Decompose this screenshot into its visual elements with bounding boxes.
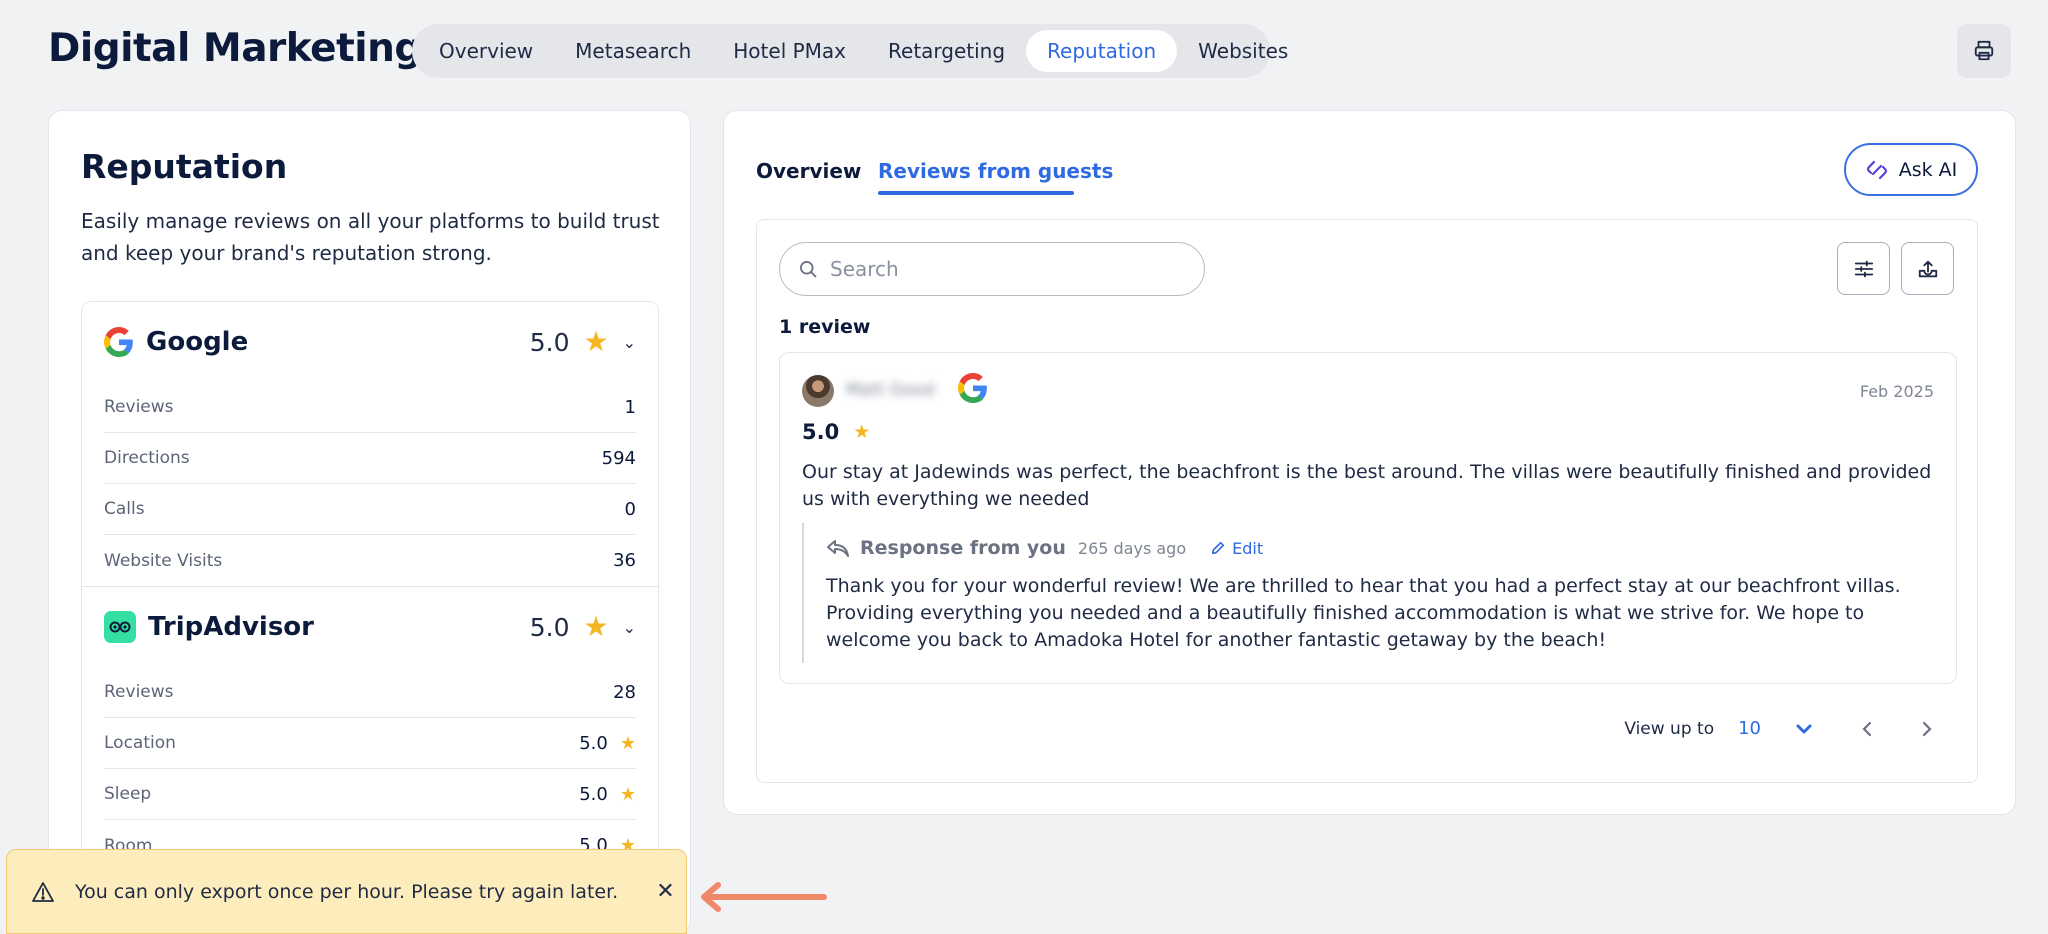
filter-button[interactable]: [1837, 242, 1890, 295]
tripadvisor-name: TripAdvisor: [148, 612, 314, 642]
tripadvisor-header[interactable]: TripAdvisor 5.0 ★ ⌄: [82, 587, 658, 667]
sliders-icon: [1854, 260, 1873, 277]
metric-row: Reviews 1: [104, 382, 636, 433]
reviewer-name: Matt Good: [846, 380, 935, 400]
google-header[interactable]: Google 5.0 ★ ⌄: [82, 302, 658, 382]
google-logo-icon: [958, 373, 987, 403]
platform-list: Google 5.0 ★ ⌄ Reviews 1 Directions 594 Ca…: [81, 301, 659, 933]
section-nav: Overview Metasearch Hotel PMax Retargeti…: [412, 24, 1288, 78]
page-title: Digital Marketing: [48, 26, 422, 71]
review-card: Matt Good Feb 2025 5.0 ★ Our stay at Jad…: [779, 352, 1957, 684]
close-icon[interactable]: ✕: [656, 879, 674, 904]
chevron-down-icon[interactable]: ⌄: [623, 333, 636, 352]
review-text: Our stay at Jadewinds was perfect, the b…: [802, 461, 1932, 510]
owner-response: Response from you 265 days ago Edit Than…: [802, 523, 1942, 663]
chevron-down-icon[interactable]: [1795, 723, 1813, 735]
response-header: Response from you 265 days ago Edit: [826, 537, 1263, 559]
reply-icon: [827, 540, 849, 557]
page-size-value[interactable]: 10: [1738, 718, 1761, 739]
metric-value: 5.0 ★: [579, 783, 636, 805]
search-icon: [800, 261, 817, 278]
avatar: [802, 375, 834, 407]
metric-value: 0: [624, 498, 636, 520]
star-icon: ★: [619, 732, 636, 754]
metric-label: Directions: [104, 448, 190, 468]
export-limit-toast: You can only export once per hour. Pleas…: [6, 849, 687, 934]
reviews-card: Overview Reviews from guests Ask AI 1 re…: [723, 110, 2016, 815]
edit-response-button[interactable]: Edit: [1210, 539, 1263, 558]
star-icon: ★: [583, 325, 609, 358]
tab-overview[interactable]: Overview: [756, 159, 861, 183]
upload-tray-icon: [1918, 260, 1937, 277]
ask-ai-label: Ask AI: [1898, 158, 1958, 181]
section-title: Reputation: [81, 147, 288, 186]
chevron-left-icon[interactable]: [1861, 720, 1873, 738]
chevron-down-icon[interactable]: ⌄: [623, 618, 636, 637]
tripadvisor-logo-icon: [104, 611, 136, 643]
metric-row: Reviews 28: [104, 667, 636, 718]
metric-label: Calls: [104, 499, 145, 519]
reputation-summary-card: Reputation Easily manage reviews on all …: [48, 110, 691, 934]
nav-overview[interactable]: Overview: [418, 30, 554, 72]
metric-value: 28: [613, 681, 636, 703]
export-button[interactable]: [1901, 242, 1954, 295]
metric-row: Location 5.0 ★: [104, 718, 636, 769]
nav-websites[interactable]: Websites: [1177, 30, 1309, 72]
metric-row: Sleep 5.0 ★: [104, 769, 636, 820]
nav-reputation[interactable]: Reputation: [1026, 30, 1178, 72]
metric-label: Location: [104, 733, 176, 753]
nav-retargeting[interactable]: Retargeting: [867, 30, 1026, 72]
annotation-arrow: [701, 882, 827, 912]
edit-label: Edit: [1232, 538, 1264, 558]
metric-value: 36: [613, 550, 636, 571]
review-rating: 5.0 ★: [802, 420, 870, 444]
section-description: Easily manage reviews on all your platfo…: [81, 209, 660, 265]
google-name: Google: [146, 327, 249, 357]
page-size-label: View up to: [1624, 718, 1715, 739]
review-date: Feb 2025: [1859, 382, 1934, 401]
metric-value: 5.0 ★: [579, 732, 636, 754]
nav-metasearch[interactable]: Metasearch: [554, 30, 712, 72]
pagination: View up to 10: [1624, 718, 1933, 739]
metric-label: Sleep: [104, 784, 152, 804]
ai-sparkle-icon: [1866, 160, 1887, 179]
metric-row: Calls 0: [104, 484, 636, 535]
star-icon: ★: [853, 421, 871, 443]
print-button[interactable]: [1957, 24, 2011, 78]
nav-hotel-pmax[interactable]: Hotel PMax: [712, 30, 867, 72]
ask-ai-button[interactable]: Ask AI: [1844, 143, 1978, 196]
review-score-value: 5.0: [802, 420, 840, 444]
metric-row: Directions 594: [104, 433, 636, 484]
tripadvisor-score: 5.0: [529, 612, 570, 642]
search-box[interactable]: [779, 242, 1205, 296]
reviews-panel: 1 review Matt Good Feb 2025 5.0 ★ Our st…: [756, 219, 1978, 783]
star-icon: ★: [583, 610, 609, 643]
metric-value: 1: [624, 396, 636, 418]
google-score: 5.0: [529, 327, 570, 357]
metric-label: Reviews: [104, 682, 174, 702]
metric-label: Website Visits: [104, 550, 223, 571]
active-tab-indicator: [878, 191, 1074, 195]
review-count: 1 review: [779, 316, 871, 338]
google-logo-icon: [104, 327, 133, 357]
response-text: Thank you for your wonderful review! We …: [826, 575, 1901, 651]
tab-reviews-from-guests[interactable]: Reviews from guests: [878, 159, 1113, 183]
printer-icon: [1974, 40, 1994, 61]
metric-value: 594: [601, 447, 636, 469]
pencil-icon: [1211, 541, 1225, 555]
star-icon: ★: [619, 783, 636, 805]
response-title: Response from you: [860, 537, 1066, 559]
search-input[interactable]: [830, 257, 1170, 281]
metric-label: Reviews: [104, 397, 174, 417]
toast-message: You can only export once per hour. Pleas…: [75, 880, 619, 903]
chevron-right-icon[interactable]: [1921, 720, 1933, 738]
warning-icon: [32, 881, 54, 902]
metric-row: Website Visits 36: [104, 535, 636, 586]
response-time: 265 days ago: [1077, 538, 1187, 558]
